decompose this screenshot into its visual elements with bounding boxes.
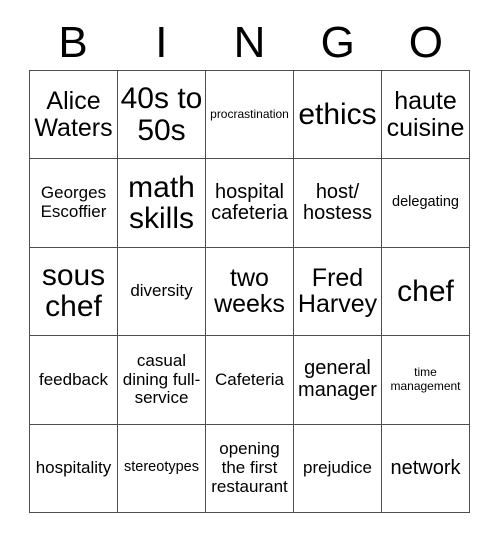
bingo-cell-text: Georges Escoffier [40,183,107,222]
bingo-cell-r4c1[interactable]: feedback [30,336,118,425]
bingo-cell-text: host/ hostess [303,180,372,225]
bingo-cell-text: Cafeteria [215,369,284,389]
bingo-cell-r2c2[interactable]: math skills [118,159,206,248]
bingo-cell-r3c5[interactable]: chef [382,247,470,337]
bingo-header-letter-i: I [155,18,168,67]
bingo-cell-r1c3[interactable]: procrastination [206,71,294,160]
bingo-cell-r2c5[interactable]: delegating [382,159,470,248]
bingo-cell-text: delegating [392,194,459,211]
bingo-cell-r3c4[interactable]: Fred Harvey [294,247,382,337]
bingo-cell-text: two weeks [214,264,285,319]
bingo-cell-r5c1[interactable]: hospitality [30,424,118,513]
bingo-cell-text: casual dining full-service [122,350,201,408]
bingo-cell-text: prejudice [303,457,372,477]
bingo-cell-text: diversity [130,281,193,301]
bingo-cell-text: opening the first restaurant [211,439,288,496]
bingo-cell-text: Alice Waters [34,87,113,142]
bingo-cell-r4c4[interactable]: general manager [294,336,382,425]
bingo-grid: Alice Waters 40s to 50s procrastination … [29,70,470,513]
bingo-cell-r5c2[interactable]: stereotypes [118,424,206,513]
bingo-header-letter-b: B [58,18,88,67]
bingo-cell-r2c4[interactable]: host/ hostess [294,159,382,248]
bingo-cell-text: stereotypes [124,459,199,476]
bingo-cell-text: network [390,456,461,479]
bingo-cell-text: general manager [298,357,377,401]
bingo-cell-text: sous chef [41,258,106,324]
bingo-cell-r1c2[interactable]: 40s to 50s [118,71,206,160]
bingo-cell-text: hospital cafeteria [211,180,288,225]
bingo-cell-text: procrastination [210,106,289,121]
bingo-cell-r1c5[interactable]: haute cuisine [382,71,470,160]
bingo-cell-r1c1[interactable]: Alice Waters [30,71,118,160]
bingo-card: B I N G O Alice Waters 40s to 50s procra… [0,0,500,544]
bingo-cell-r4c2[interactable]: casual dining full-service [118,336,206,425]
bingo-cell-text: 40s to 50s [120,82,203,147]
bingo-cell-r2c1[interactable]: Georges Escoffier [30,159,118,248]
bingo-cell-text: time management [390,365,461,393]
bingo-cell-text: ethics [298,97,377,131]
bingo-header-row: B I N G O [29,16,470,70]
bingo-header-letter-n: N [233,18,266,67]
bingo-cell-r1c4[interactable]: ethics [294,71,382,160]
bingo-header-letter-g: G [320,18,355,67]
bingo-cell-text: hospitality [35,457,112,477]
bingo-cell-text: chef [397,274,454,308]
bingo-cell-r4c3[interactable]: Cafeteria [206,336,294,425]
bingo-cell-r4c5[interactable]: time management [382,336,470,425]
bingo-cell-text: feedback [39,369,108,389]
bingo-cell-text: math skills [128,170,195,236]
bingo-cell-r3c3[interactable]: two weeks [206,247,294,337]
bingo-cell-r5c4[interactable]: prejudice [294,424,382,513]
bingo-cell-r3c2[interactable]: diversity [118,247,206,337]
bingo-cell-r3c1[interactable]: sous chef [30,247,118,337]
bingo-cell-text: Fred Harvey [297,264,378,319]
bingo-cell-r5c5[interactable]: network [382,424,470,513]
bingo-cell-r5c3[interactable]: opening the first restaurant [206,424,294,513]
bingo-header-letter-o: O [408,18,444,67]
bingo-cell-r2c3[interactable]: hospital cafeteria [206,159,294,248]
bingo-cell-text: haute cuisine [386,87,465,142]
